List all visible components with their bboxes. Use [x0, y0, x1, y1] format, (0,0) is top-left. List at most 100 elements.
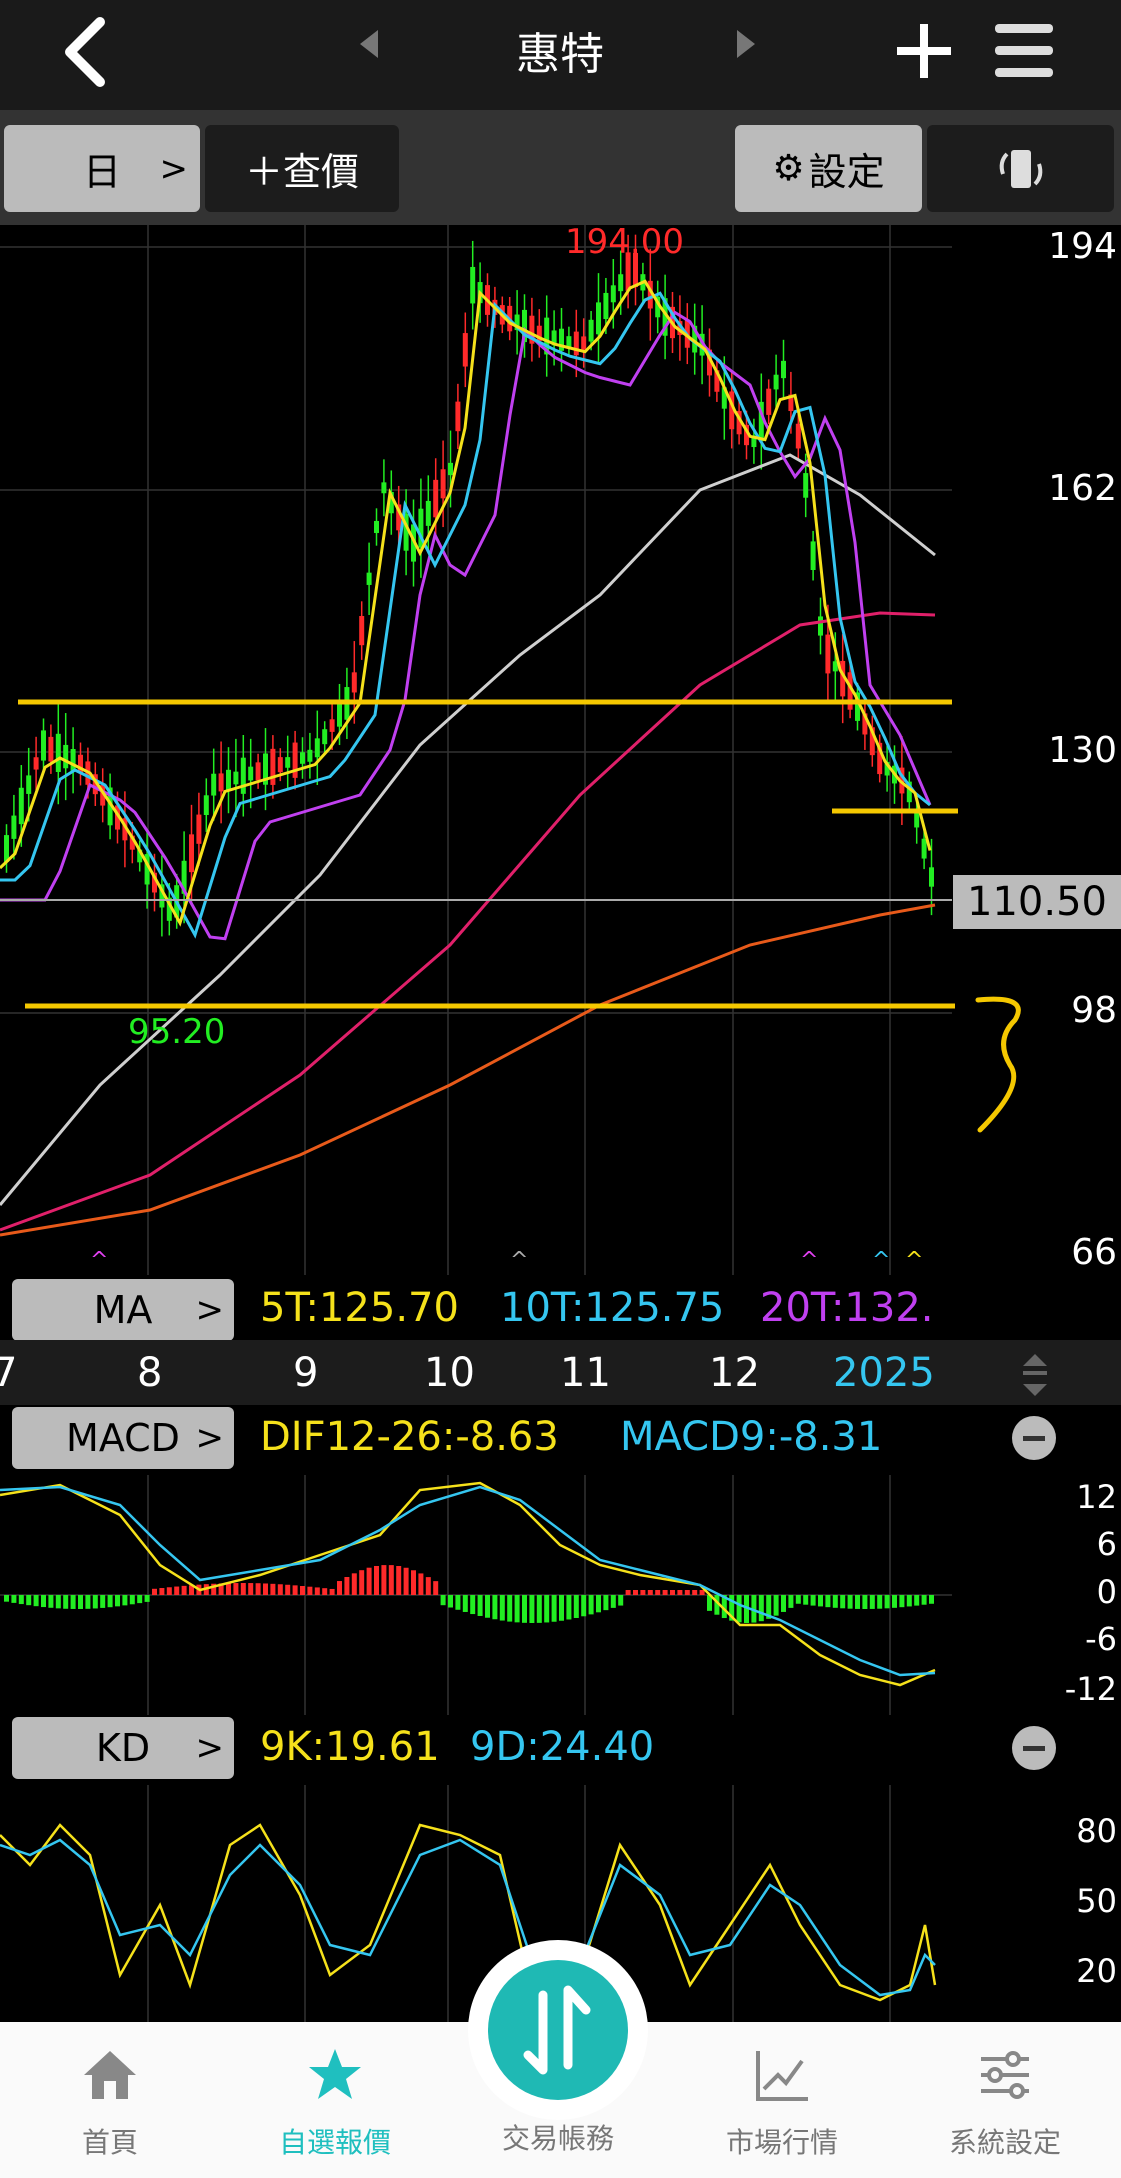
macd-bar [41, 1595, 46, 1608]
macd-button-label: MACD [66, 1416, 180, 1460]
tab-watchlist-label: 自選報價 [278, 2126, 391, 2159]
tab-settings-label: 系統設定 [948, 2126, 1061, 2159]
macd-bar [344, 1577, 350, 1595]
macd-bar [670, 1590, 675, 1595]
tab-market-label: 市場行情 [725, 2126, 838, 2159]
remove-macd-button[interactable] [1012, 1416, 1056, 1460]
macd-chart[interactable] [0, 1475, 1121, 1715]
back-chevron-icon[interactable] [55, 12, 125, 92]
macd-bar [144, 1595, 150, 1602]
macd-bar [573, 1595, 579, 1618]
price-candlestick-chart[interactable]: ^ ^ ^ ^ ^ [0, 225, 1121, 1275]
macd-bar [699, 1590, 705, 1595]
plus-icon[interactable] [893, 20, 955, 82]
tab-settings[interactable]: 系統設定 [915, 2045, 1095, 2161]
ma-selector-button[interactable]: MA > [12, 1279, 234, 1341]
trade-fab-button[interactable] [488, 1960, 628, 2100]
macd-bar [55, 1595, 61, 1609]
macd-bar [581, 1595, 587, 1617]
candle-body [425, 500, 431, 526]
candle-body [914, 813, 920, 828]
query-price-label: ＋查價 [244, 150, 359, 194]
candle-body [218, 773, 224, 792]
query-price-button[interactable]: ＋查價 [205, 125, 399, 212]
tab-home[interactable]: 首頁 [20, 2045, 200, 2161]
candle-body [189, 834, 194, 873]
trade-icon [523, 1985, 591, 2075]
macd-bar [840, 1595, 846, 1609]
settings-button[interactable]: ⚙ 設定 [735, 125, 922, 212]
price-tick-label: 66 [1071, 1232, 1117, 1273]
low-price-label: 95.20 [128, 1012, 226, 1052]
resize-handle-icon[interactable] [1020, 1352, 1050, 1398]
macd-bar [122, 1595, 128, 1606]
candle-body [233, 771, 239, 785]
candle-body [433, 479, 439, 518]
macd-bar [470, 1595, 476, 1615]
candle-body [374, 520, 379, 534]
candle-body [270, 748, 276, 785]
star-icon [309, 2049, 361, 2099]
triangle-marker: ^ [90, 1248, 108, 1273]
macd-bar [4, 1595, 9, 1602]
next-stock-arrow-icon[interactable] [737, 30, 755, 58]
macd-bar [551, 1595, 557, 1622]
date-label-year: 2025 [833, 1350, 935, 1396]
candle-body [381, 482, 387, 494]
macd-bar [795, 1595, 801, 1604]
ma120-line [0, 611, 936, 1232]
macd-bar [514, 1595, 520, 1623]
kd-tick-label: 20 [1076, 1952, 1117, 1990]
macd-bar [18, 1595, 24, 1605]
candle-body [455, 401, 461, 432]
rotate-screen-button[interactable] [927, 125, 1114, 212]
kd-selector-button[interactable]: KD > [12, 1717, 234, 1779]
macd-bar [899, 1595, 905, 1608]
macd-bar [536, 1595, 542, 1623]
remove-kd-button[interactable] [1012, 1726, 1056, 1770]
period-selector-button[interactable]: 日 > [4, 125, 200, 212]
candle-body [322, 729, 328, 745]
macd-bar [255, 1583, 261, 1595]
prev-stock-arrow-icon[interactable] [360, 30, 378, 58]
macd-bar [921, 1595, 927, 1605]
sliders-icon [981, 2051, 1029, 2099]
macd-bar [85, 1595, 91, 1609]
menu-icon[interactable] [993, 20, 1055, 82]
macd-bar [307, 1586, 313, 1595]
candle-body [610, 285, 616, 303]
kd-tick-label: 50 [1076, 1882, 1117, 1920]
chevron-right-icon: > [159, 148, 189, 189]
macd-bar [381, 1565, 387, 1595]
candle-body [795, 423, 801, 449]
macd-bar [48, 1595, 54, 1608]
macd-bar [603, 1595, 609, 1611]
chevron-right-icon: > [195, 1290, 225, 1330]
macd-bar [455, 1595, 461, 1610]
candle-body [26, 775, 32, 794]
dif-line [0, 1481, 936, 1687]
macd-selector-button[interactable]: MACD > [12, 1407, 234, 1469]
candle-body [351, 672, 357, 693]
tab-watchlist[interactable]: 自選報價 [245, 2045, 425, 2161]
ma240-line [0, 903, 936, 1237]
macd-bar [26, 1595, 32, 1606]
tab-market[interactable]: 市場行情 [692, 2045, 872, 2161]
settings-label: 設定 [808, 150, 885, 194]
macd-bar [803, 1595, 809, 1605]
macd-bar [240, 1583, 246, 1595]
candle-body [41, 730, 46, 761]
macd-tick-label: 6 [1096, 1525, 1117, 1563]
candle-body [825, 634, 831, 674]
macd-bar [396, 1566, 402, 1595]
macd-bar [485, 1595, 490, 1618]
ma10-value: 10T:125.75 [500, 1285, 725, 1331]
triangle-marker: ^ [510, 1248, 528, 1273]
macd-bar [625, 1590, 631, 1595]
macd-bar [107, 1595, 113, 1608]
candle-body [810, 541, 816, 570]
macd-bar [818, 1595, 823, 1607]
candle-body [366, 572, 372, 585]
tab-home-label: 首頁 [81, 2126, 138, 2159]
macd-bar [855, 1595, 860, 1609]
